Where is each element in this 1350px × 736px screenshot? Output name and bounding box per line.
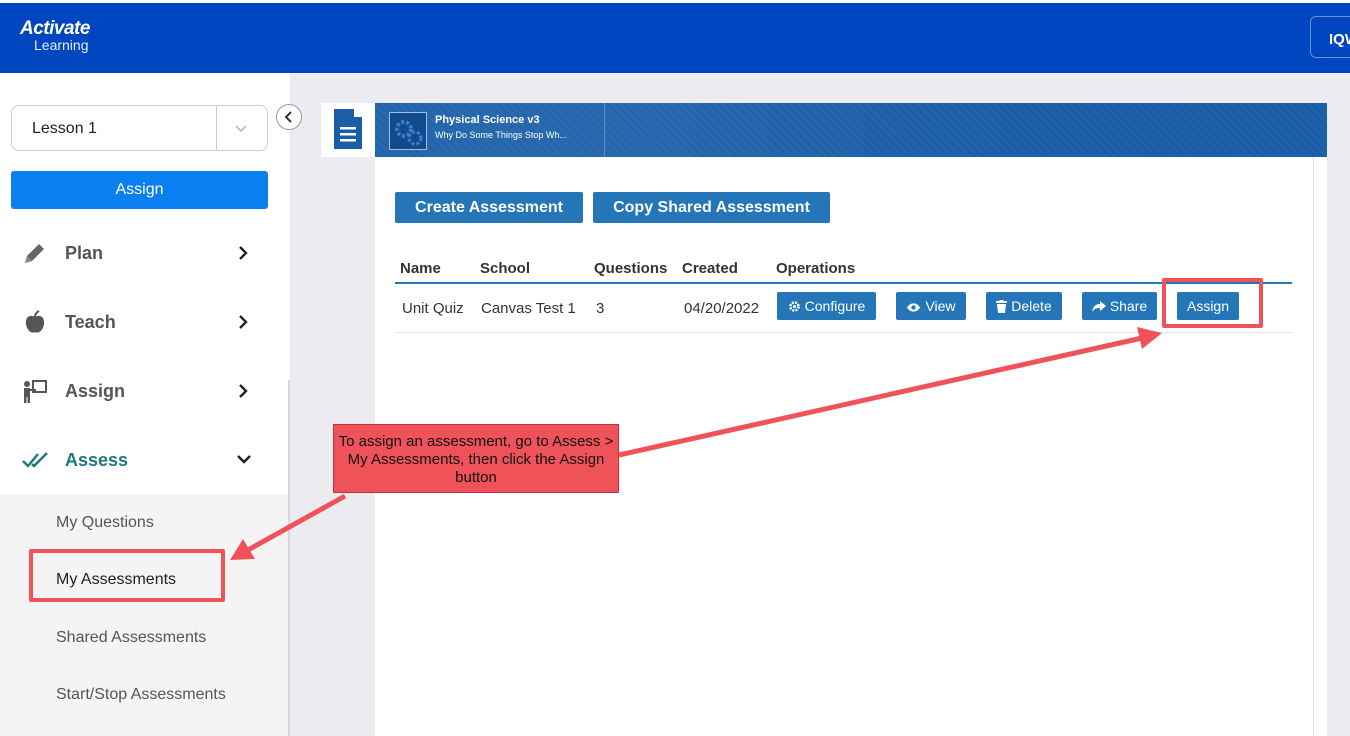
top-navbar: Activate Learning IQW	[0, 0, 1350, 73]
apple-icon	[25, 310, 45, 333]
eye-icon	[907, 303, 921, 312]
cell-school: Canvas Test 1	[481, 300, 576, 317]
column-header-questions[interactable]: Questions	[594, 260, 667, 277]
submenu-item-my-questions[interactable]: My Questions	[56, 514, 154, 532]
logo-text-line1: Activate	[20, 18, 90, 39]
lesson-select-caret[interactable]	[216, 106, 267, 150]
pencil-icon	[25, 244, 44, 263]
column-header-operations: Operations	[776, 260, 856, 277]
table-header-divider	[395, 282, 1292, 284]
lesson-select-value: Lesson 1	[32, 120, 97, 137]
sidebar-item-teach[interactable]: Teach	[0, 292, 290, 352]
configure-label: Configure	[804, 298, 866, 314]
annotation-callout: To assign an assessment, go to Assess > …	[333, 424, 619, 493]
column-header-created[interactable]: Created	[682, 260, 738, 277]
chevron-right-icon	[239, 315, 248, 329]
chevron-down-icon	[237, 455, 251, 464]
delete-button[interactable]: Delete	[986, 292, 1062, 320]
share-button[interactable]: Share	[1082, 292, 1157, 320]
sidebar-item-plan[interactable]: Plan	[0, 223, 290, 283]
course-title: Physical Science v3	[435, 114, 540, 126]
sidebar-item-label: Assess	[65, 450, 129, 470]
double-check-icon	[22, 452, 48, 468]
create-assessment-button[interactable]: Create Assessment	[395, 192, 583, 223]
sidebar-item-assign[interactable]: Assign	[0, 361, 290, 421]
column-header-school[interactable]: School	[480, 260, 530, 277]
chevron-right-icon	[239, 246, 248, 260]
sidebar-collapse-button[interactable]	[276, 104, 302, 130]
chevron-left-icon	[284, 111, 292, 123]
sidebar-item-assess[interactable]: Assess	[0, 430, 290, 490]
configure-button[interactable]: Configure	[777, 292, 876, 320]
sidebar: Lesson 1 Assign Plan Teach Assign Assess…	[0, 73, 290, 736]
delete-label: Delete	[1011, 298, 1052, 314]
chevron-down-icon	[235, 125, 247, 133]
lesson-select[interactable]: Lesson 1	[11, 105, 268, 151]
document-icon	[334, 109, 362, 149]
unit-title: Why Do Some Things Stop Wh...	[435, 130, 567, 140]
right-scroll-strip	[1313, 157, 1327, 736]
assess-submenu: My Questions My Assessments Shared Asses…	[0, 494, 290, 736]
sidebar-item-label: Assign	[65, 381, 126, 401]
chevron-right-icon	[239, 384, 248, 398]
view-button[interactable]: View	[896, 292, 966, 320]
highlight-assign-button	[1162, 278, 1263, 328]
gear-icon	[788, 301, 800, 312]
highlight-my-assessments	[29, 549, 225, 602]
share-arrow-icon	[1091, 301, 1106, 312]
user-menu-button[interactable]: IQW	[1310, 16, 1350, 58]
submenu-item-shared-assessments[interactable]: Shared Assessments	[56, 629, 206, 647]
copy-shared-assessment-button[interactable]: Copy Shared Assessment	[593, 192, 830, 223]
course-banner: Physical Science v3 Why Do Some Things S…	[375, 103, 1327, 157]
column-header-name[interactable]: Name	[400, 260, 441, 277]
cell-created: 04/20/2022	[684, 300, 760, 317]
gears-icon	[395, 120, 423, 146]
share-label: Share	[1109, 298, 1148, 314]
activate-learning-logo[interactable]: Activate Learning	[20, 19, 90, 52]
submenu-item-start-stop-assessments[interactable]: Start/Stop Assessments	[56, 686, 226, 704]
logo-text-line2: Learning	[34, 37, 89, 53]
sidebar-assign-button[interactable]: Assign	[11, 171, 268, 209]
table-row-divider	[395, 332, 1292, 333]
cell-questions: 3	[596, 300, 605, 317]
presenter-icon	[24, 380, 47, 403]
view-label: View	[925, 298, 956, 314]
sidebar-divider	[288, 380, 290, 736]
cell-name: Unit Quiz	[402, 300, 464, 317]
trash-icon	[996, 300, 1008, 313]
sidebar-item-label: Plan	[65, 243, 104, 263]
banner-separator	[604, 103, 605, 157]
course-thumbnail	[389, 112, 427, 150]
sidebar-item-label: Teach	[65, 312, 116, 332]
document-icon-box	[321, 103, 375, 157]
